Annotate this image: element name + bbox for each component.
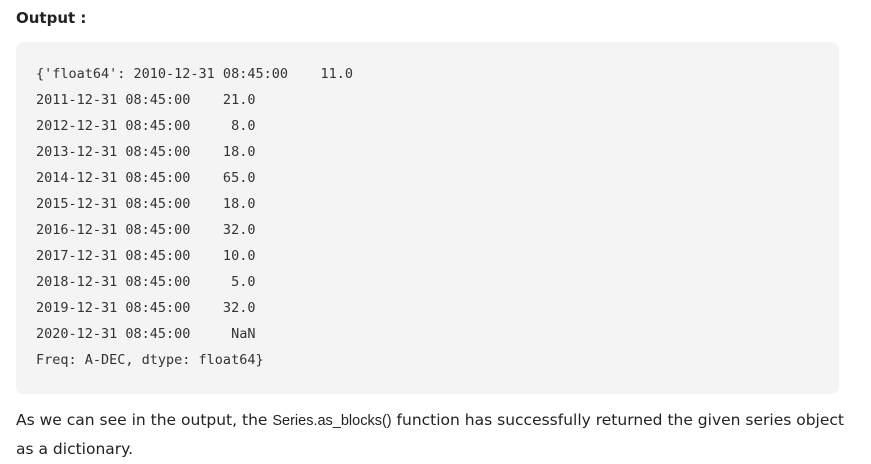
code-line: 2015-12-31 08:45:00 18.0 bbox=[36, 196, 256, 212]
explanation-paragraph: As we can see in the output, the Series.… bbox=[16, 406, 846, 463]
code-line: 2016-12-31 08:45:00 32.0 bbox=[36, 222, 256, 238]
code-line: Freq: A-DEC, dtype: float64} bbox=[36, 352, 264, 368]
code-line: 2011-12-31 08:45:00 21.0 bbox=[36, 92, 256, 108]
code-line: 2014-12-31 08:45:00 65.0 bbox=[36, 170, 256, 186]
code-line: 2013-12-31 08:45:00 18.0 bbox=[36, 144, 256, 160]
code-line: 2019-12-31 08:45:00 32.0 bbox=[36, 300, 256, 316]
paragraph-text-before: As we can see in the output, the bbox=[16, 411, 273, 429]
code-line: 2012-12-31 08:45:00 8.0 bbox=[36, 118, 256, 134]
output-heading: Output : bbox=[16, 9, 87, 27]
inline-code: Series.as_blocks() bbox=[272, 413, 392, 429]
code-line: 2017-12-31 08:45:00 10.0 bbox=[36, 248, 256, 264]
code-line: 2018-12-31 08:45:00 5.0 bbox=[36, 274, 256, 290]
code-output-block: {'float64': 2010-12-31 08:45:00 11.0 201… bbox=[16, 42, 839, 394]
code-line: 2020-12-31 08:45:00 NaN bbox=[36, 326, 256, 342]
code-line: {'float64': 2010-12-31 08:45:00 11.0 bbox=[36, 66, 353, 82]
